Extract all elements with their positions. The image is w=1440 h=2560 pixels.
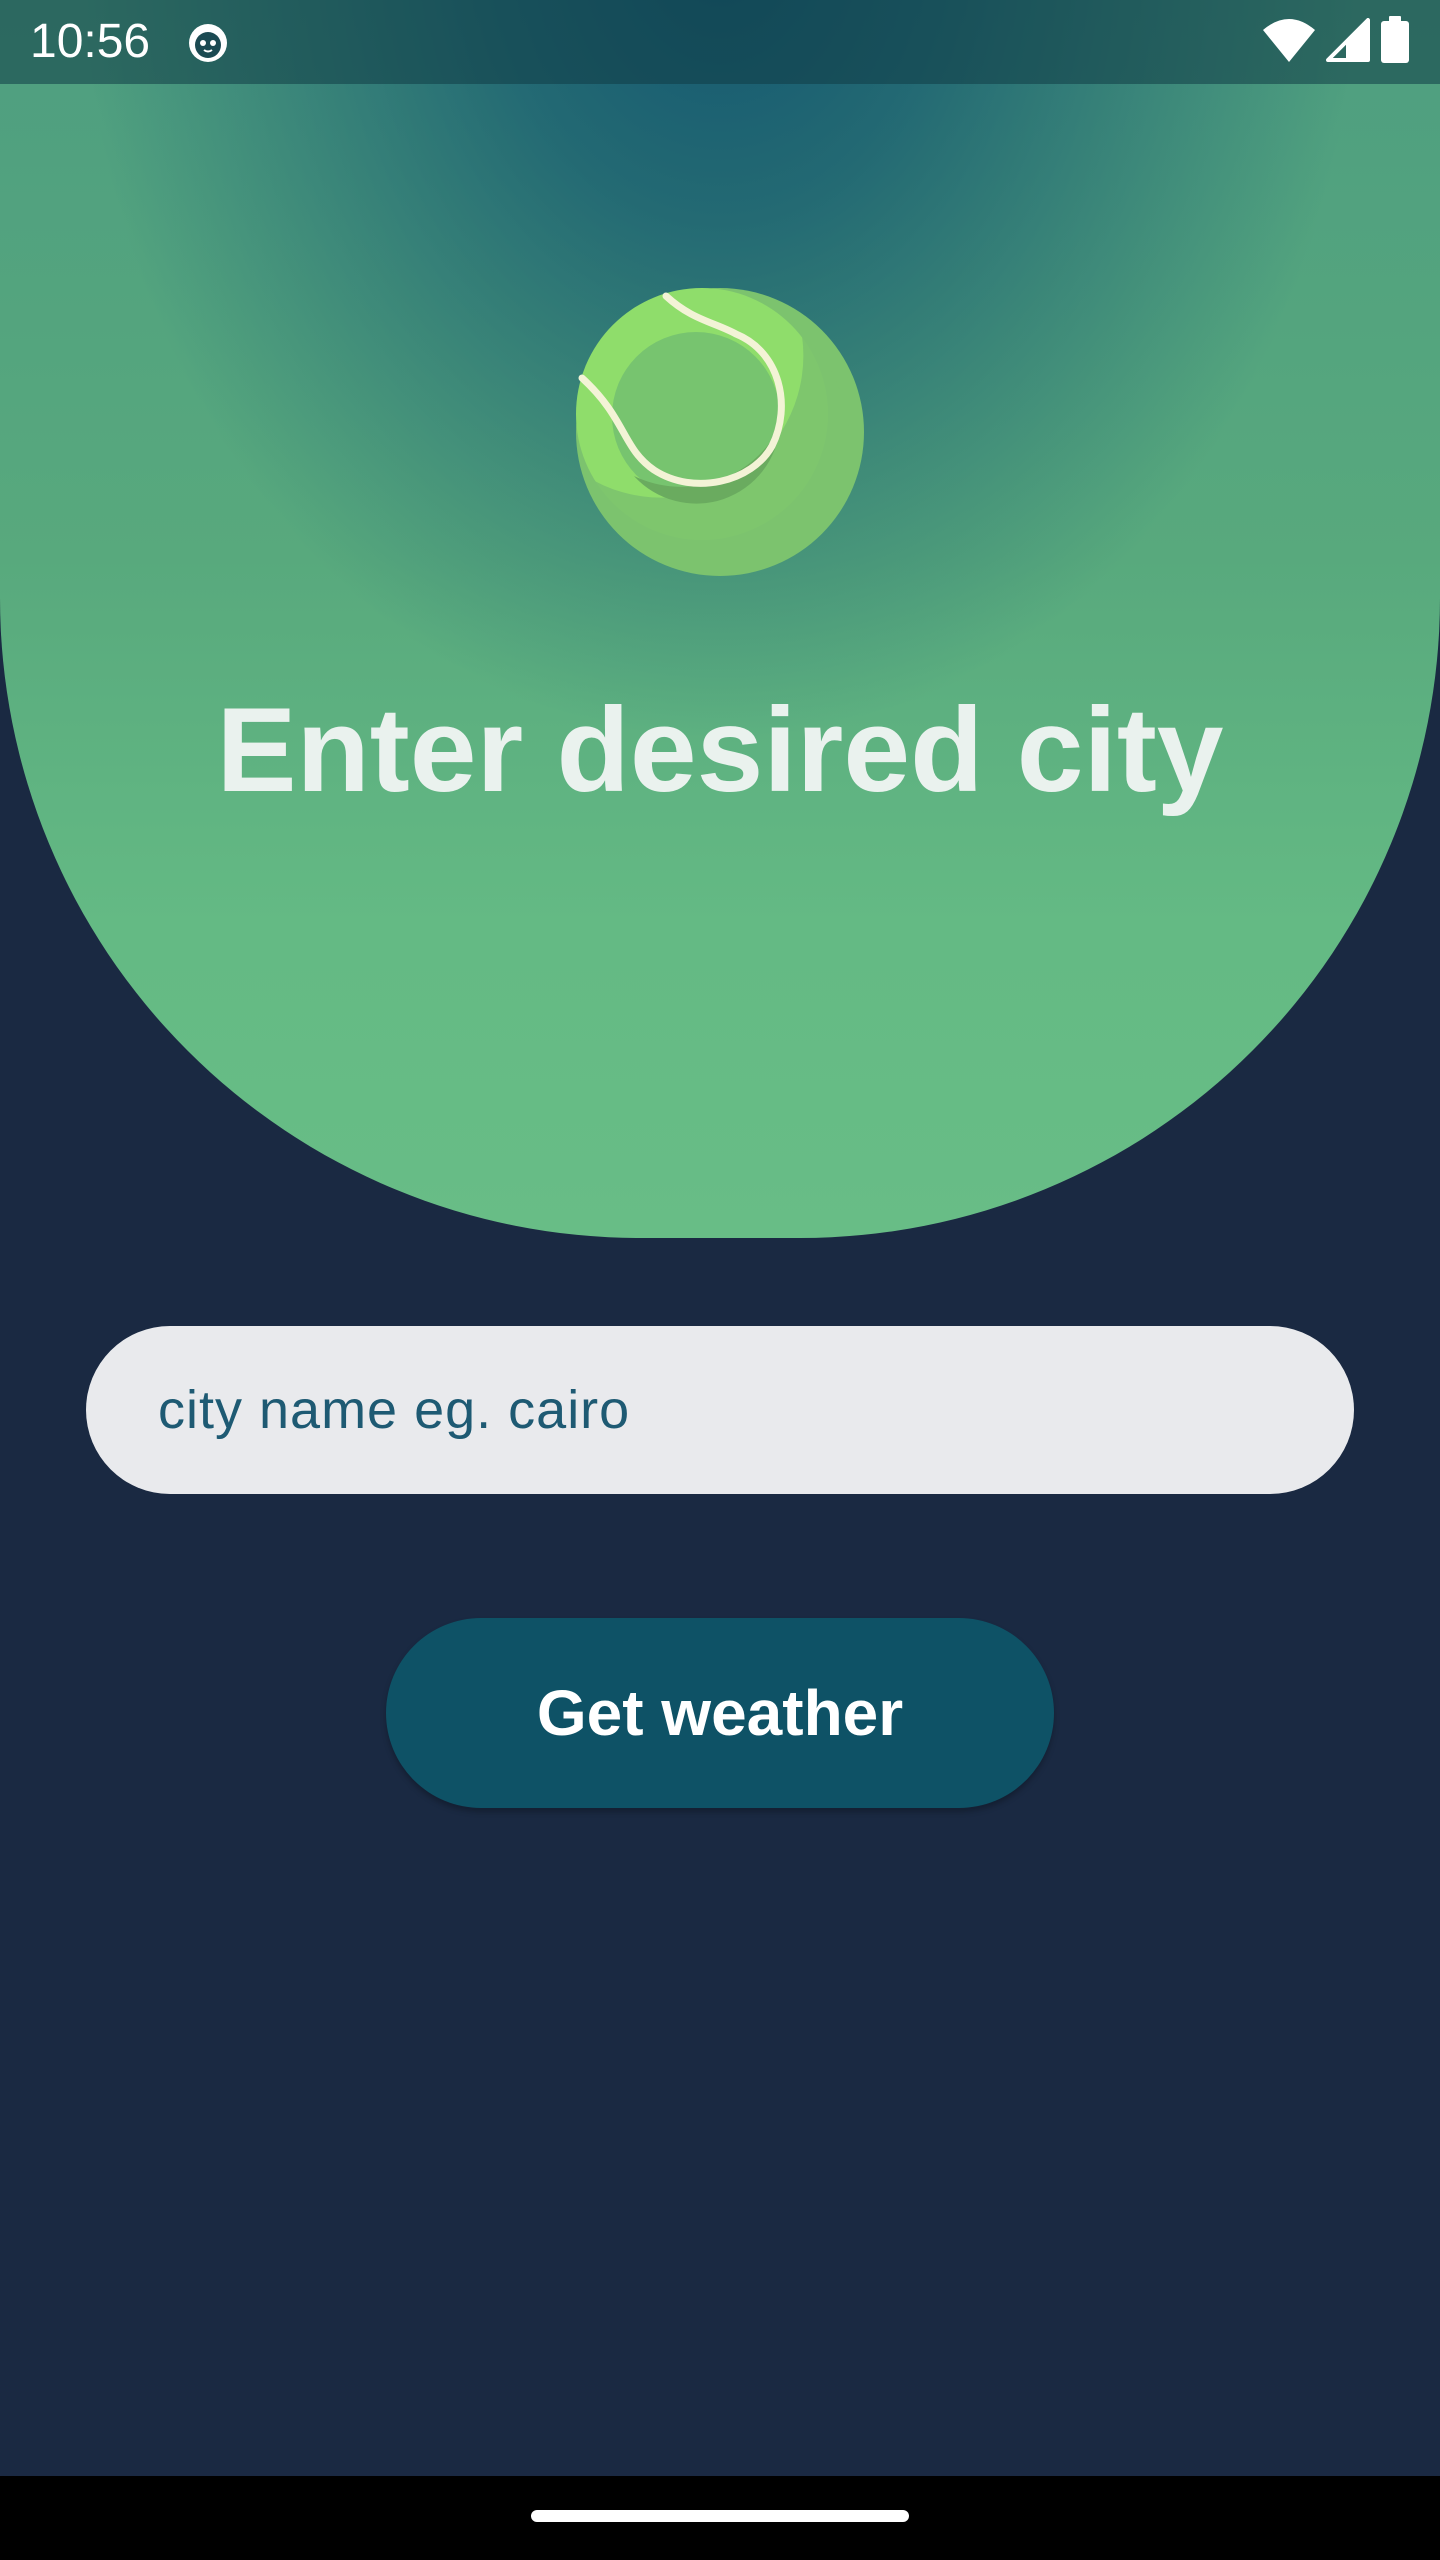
hero-header [0,0,1440,1238]
page-title: Enter desired city [216,683,1224,817]
battery-icon [1380,15,1410,69]
home-handle[interactable] [531,2510,909,2522]
city-search-input[interactable] [86,1326,1354,1494]
status-time: 10:56 [30,15,151,68]
signal-icon [1326,17,1370,67]
status-icons [1262,15,1410,69]
tennis-ball-icon [574,286,866,578]
cat-app-icon [186,20,230,64]
wifi-icon [1262,18,1316,67]
get-weather-button[interactable]: Get weather [386,1618,1054,1808]
status-bar: 10:56 [0,0,1440,84]
